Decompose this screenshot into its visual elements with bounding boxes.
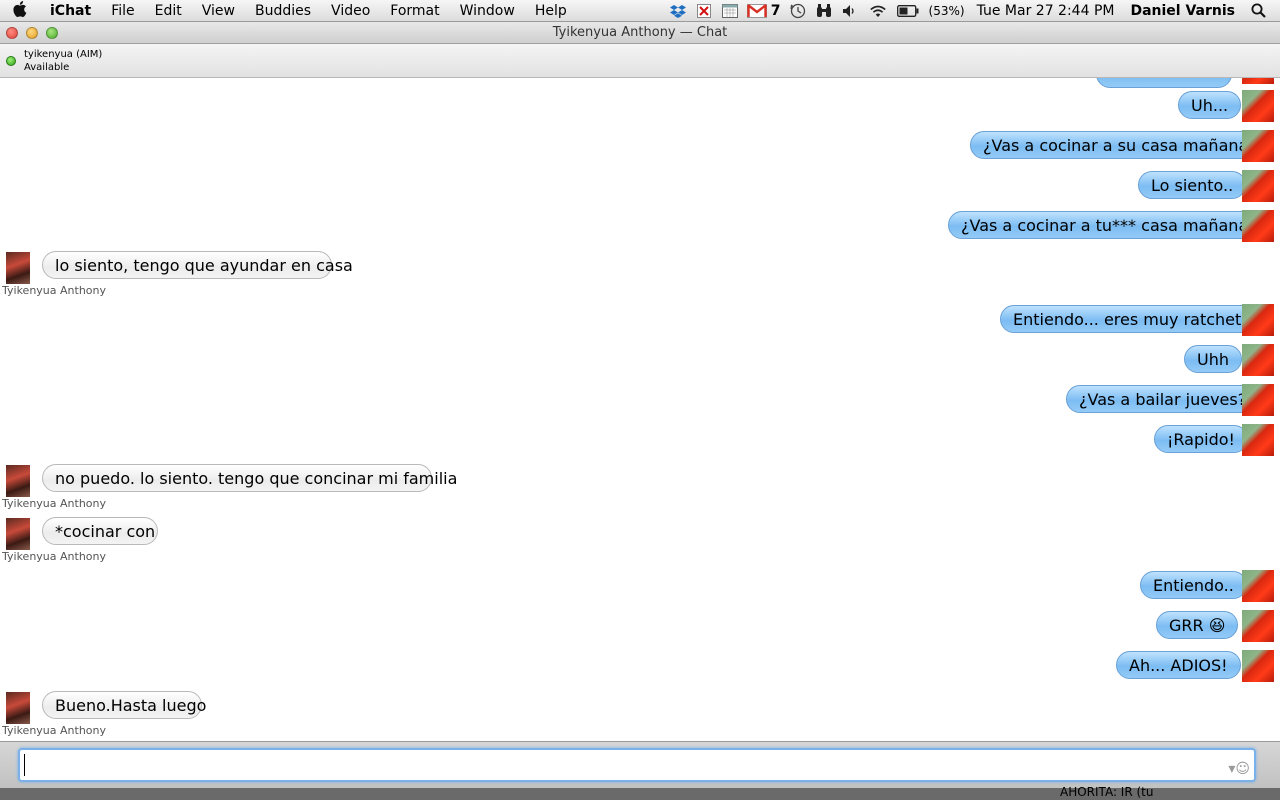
apple-menu-icon[interactable]: [0, 0, 40, 21]
window-titlebar[interactable]: Tyikenyua Anthony — Chat: [0, 22, 1280, 44]
buddy-name-label: Tyikenyua Anthony: [2, 497, 107, 510]
buddy-name-label: Tyikenyua Anthony: [2, 284, 107, 297]
buddy-status-text: Available: [24, 61, 70, 73]
message-input-area: ▾☺ AHORITA: IR (tu: [0, 741, 1280, 800]
sent-message-bubble[interactable]: ¿Vas a cocinar a su casa mañana?: [970, 131, 1270, 159]
self-avatar: [1242, 90, 1274, 122]
menu-view[interactable]: View: [192, 3, 245, 19]
received-message-bubble[interactable]: lo siento, tengo que ayundar en casa: [42, 251, 353, 279]
clock[interactable]: Tue Mar 27 2:44 PM: [971, 3, 1121, 19]
close-window-button[interactable]: [6, 26, 18, 39]
self-avatar: [1242, 170, 1274, 202]
user-menu[interactable]: Daniel Varnis: [1120, 3, 1245, 19]
battery-icon[interactable]: [896, 3, 920, 19]
self-avatar: [1242, 304, 1274, 336]
menu-video[interactable]: Video: [321, 3, 380, 19]
self-avatar: [1242, 130, 1274, 162]
minimize-window-button[interactable]: [26, 26, 38, 39]
buddy-avatar: [6, 465, 30, 497]
buddy-avatar: [6, 518, 30, 550]
buddy-avatar: [6, 252, 30, 284]
available-status-icon: [6, 55, 16, 66]
menu-file[interactable]: File: [101, 3, 144, 19]
buddy-avatar: [6, 692, 30, 724]
chat-transcript[interactable]: Uh... ¿Vas a cocinar a su casa mañana? Lo …: [0, 78, 1280, 741]
menu-window[interactable]: Window: [450, 3, 525, 19]
received-message-bubble[interactable]: *cocinar con: [42, 517, 158, 545]
text-caret: [24, 754, 25, 776]
sent-message-bubble[interactable]: Entiendo... eres muy ratchet.: [1000, 305, 1260, 333]
desktop-strip-text: AHORITA: IR (tu: [1060, 785, 1154, 799]
sent-message-bubble[interactable]: Uh...: [1178, 91, 1242, 119]
volume-icon[interactable]: [840, 3, 860, 19]
sent-message-bubble[interactable]: ¿Vas a bailar jueves?: [1066, 385, 1260, 413]
partial-message-bubble: [1096, 78, 1232, 88]
binoculars-icon[interactable]: [814, 3, 834, 19]
emoticon-picker-icon[interactable]: ▾☺: [1228, 761, 1250, 777]
dropbox-icon[interactable]: [668, 3, 688, 19]
sent-message-bubble[interactable]: Uhh: [1184, 345, 1242, 373]
self-avatar: [1242, 78, 1274, 84]
self-avatar: [1242, 570, 1274, 602]
buddy-status-bar: tyikenyua (AIM) Available: [0, 44, 1280, 78]
sent-message-bubble[interactable]: ¿Vas a cocinar a tu*** casa mañana?: [948, 211, 1270, 239]
desktop-background-strip: AHORITA: IR (tu: [0, 785, 1280, 800]
received-message-bubble[interactable]: Bueno.Hasta luego: [42, 691, 206, 719]
buddy-name-label: Tyikenyua Anthony: [2, 724, 107, 737]
calendar-icon[interactable]: [720, 3, 740, 19]
wifi-icon[interactable]: [866, 3, 890, 19]
sent-message-bubble[interactable]: Ah... ADIOS!: [1116, 651, 1241, 679]
menu-ichat[interactable]: iChat: [40, 3, 101, 19]
sent-message-bubble[interactable]: ¡Rapido!: [1154, 425, 1248, 453]
self-avatar: [1242, 210, 1274, 242]
sent-message-bubble[interactable]: Entiendo..: [1140, 571, 1247, 599]
menu-format[interactable]: Format: [380, 3, 449, 19]
self-avatar: [1242, 650, 1274, 682]
received-message-bubble[interactable]: no puedo. lo siento. tengo que concinar …: [42, 464, 457, 492]
emoticon-picker-glyph: ☺: [1235, 761, 1250, 777]
spotlight-search-icon[interactable]: [1248, 3, 1268, 19]
self-avatar: [1242, 610, 1274, 642]
menu-bar: iChat File Edit View Buddies Video Forma…: [0, 0, 1280, 22]
message-input[interactable]: ▾☺: [18, 748, 1256, 782]
window-title: Tyikenyua Anthony — Chat: [552, 25, 728, 40]
menu-edit[interactable]: Edit: [145, 3, 192, 19]
sync-error-icon[interactable]: [694, 3, 714, 19]
gmail-icon[interactable]: [746, 3, 768, 19]
time-machine-icon[interactable]: [788, 3, 808, 19]
zoom-window-button[interactable]: [46, 26, 58, 39]
menu-help[interactable]: Help: [525, 3, 577, 19]
gmail-unread-count: 7: [770, 2, 781, 19]
self-avatar: [1242, 384, 1274, 416]
sent-message-bubble[interactable]: GRR 😆: [1156, 611, 1239, 639]
self-avatar: [1242, 424, 1274, 456]
battery-percent: (53%): [928, 3, 965, 18]
buddy-screenname: tyikenyua (AIM): [24, 48, 103, 60]
sent-message-bubble[interactable]: Lo siento..: [1138, 171, 1247, 199]
buddy-name-label: Tyikenyua Anthony: [2, 550, 107, 563]
menu-buddies[interactable]: Buddies: [245, 3, 321, 19]
self-avatar: [1242, 344, 1274, 376]
